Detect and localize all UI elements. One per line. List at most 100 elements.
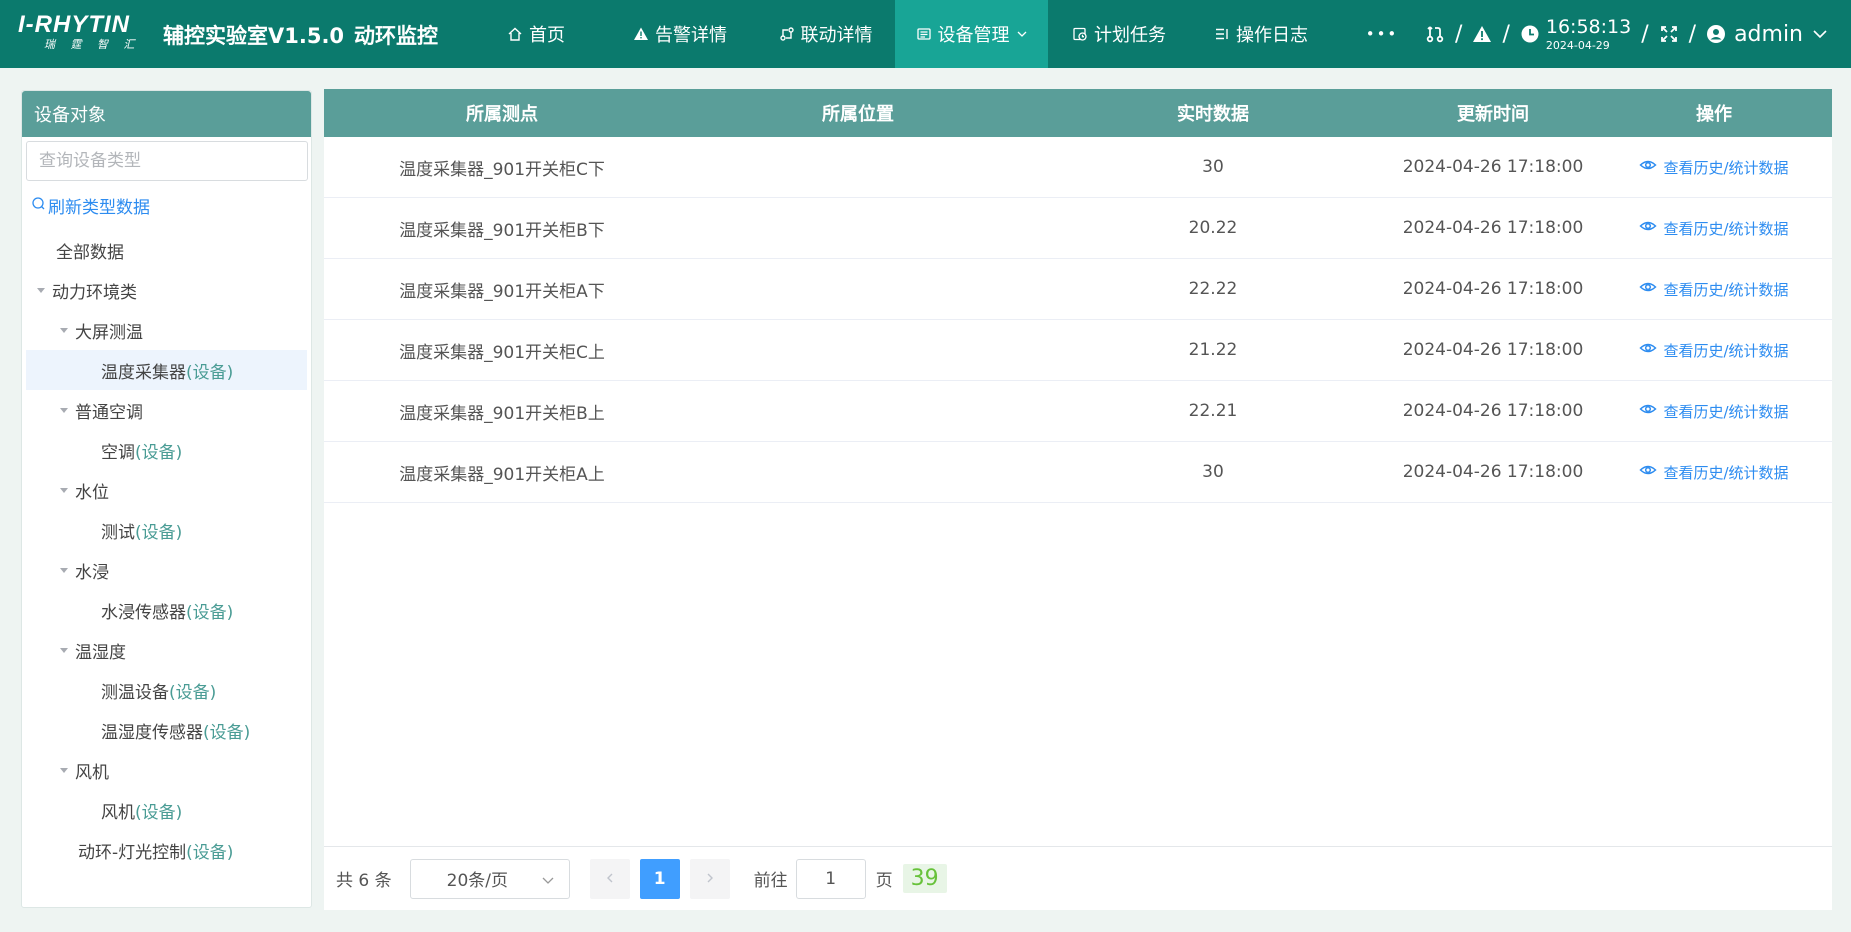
more-icon: ••• <box>1365 25 1399 43</box>
cell-actions: 查看历史/统计数据 <box>1596 137 1832 197</box>
tree-node-label: 测温设备 <box>101 682 169 703</box>
nav-home[interactable]: 首页 <box>468 0 604 68</box>
fullscreen-icon[interactable] <box>1659 24 1679 44</box>
chevron-down-icon <box>1803 25 1829 43</box>
separator: / <box>1641 21 1649 47</box>
table-row: 温度采集器_901开关柜B下 20.22 2024-04-26 17:18:00 查看… <box>324 198 1832 259</box>
cell-update-time: 2024-04-26 17:18:00 <box>1402 462 1584 482</box>
view-history-link[interactable]: 查看历史/统计数据 <box>1639 217 1789 239</box>
pagination: 共 6 条 20条/页 1 前往 页 39 <box>324 846 1832 910</box>
view-history-link[interactable]: 查看历史/统计数据 <box>1639 156 1789 178</box>
cell-point: 温度采集器_901开关柜A下 <box>399 281 605 302</box>
tree-node[interactable]: 水位 <box>26 470 307 510</box>
tree-node[interactable]: 温湿度 <box>26 630 307 670</box>
table-header: 所属测点 所属位置 实时数据 更新时间 操作 <box>324 89 1832 137</box>
home-icon <box>507 25 525 43</box>
chevron-down-icon <box>541 872 555 892</box>
view-history-label: 查看历史/统计数据 <box>1663 280 1789 299</box>
goto-page-input[interactable] <box>795 858 866 899</box>
caret-down-icon[interactable] <box>53 319 75 341</box>
nav-operation-log[interactable]: 操作日志 <box>1190 0 1332 68</box>
view-history-label: 查看历史/统计数据 <box>1663 219 1789 238</box>
cell-update-time: 2024-04-26 17:18:00 <box>1402 279 1584 299</box>
nav-alarm-details[interactable]: 告警详情 <box>604 0 756 68</box>
goto-label: 前往 <box>753 871 788 891</box>
tree-node[interactable]: 动环-灯光控制 (设备) <box>26 830 307 870</box>
tree-node[interactable]: 空调 (设备) <box>26 430 307 470</box>
eye-icon <box>1639 156 1663 178</box>
cell-update-time: 2024-04-26 17:18:00 <box>1402 401 1584 421</box>
cell-actions: 查看历史/统计数据 <box>1596 381 1832 441</box>
view-history-link[interactable]: 查看历史/统计数据 <box>1639 400 1789 422</box>
cell-realtime-value: 20.22 <box>1188 218 1238 238</box>
next-page-button[interactable] <box>689 858 730 899</box>
tree-node[interactable]: 风机 <box>26 750 307 790</box>
column-header-realtime-data[interactable]: 实时数据 <box>1036 89 1390 137</box>
page-size-select[interactable]: 20条/页 <box>409 858 570 899</box>
table-row: 温度采集器_901开关柜C上 21.22 2024-04-26 17:18:00 查看… <box>324 320 1832 381</box>
caret-down-icon[interactable] <box>53 759 75 781</box>
table-body: 温度采集器_901开关柜C下 30 2024-04-26 17:18:00 查看历史/… <box>324 137 1832 503</box>
device-object-sidebar: 设备对象 刷新类型数据 全部数据动力环境类大屏测温温度采集器(设备)普通空调空调… <box>21 90 312 908</box>
eye-icon <box>1639 217 1663 239</box>
linkage-toggle-icon[interactable] <box>1425 24 1445 44</box>
column-header-location[interactable]: 所属位置 <box>680 89 1036 137</box>
tree-node[interactable]: 水浸 <box>26 550 307 590</box>
cell-realtime-value: 30 <box>1202 462 1224 482</box>
refresh-type-data-link[interactable]: 刷新类型数据 <box>31 193 311 218</box>
warning-icon <box>633 25 651 43</box>
cell-actions: 查看历史/统计数据 <box>1596 259 1832 319</box>
cell-update-time: 2024-04-26 17:18:00 <box>1402 157 1584 177</box>
nav-device-management[interactable]: 设备管理 <box>895 0 1048 68</box>
tree-node[interactable]: 普通空调 <box>26 390 307 430</box>
eye-icon <box>1639 400 1663 422</box>
device-type-tree: 全部数据 动力环境类 大屏测温 温度采集器 (设备) 普通空调 空调 (设备) 水位 测试 (设备)… <box>22 230 311 870</box>
eye-icon <box>1639 339 1663 361</box>
cell-realtime-value: 21.22 <box>1188 340 1238 360</box>
view-history-link[interactable]: 查看历史/统计数据 <box>1639 461 1789 483</box>
device-type-search-input[interactable] <box>26 141 308 181</box>
tree-node-label: 测试 <box>101 522 135 543</box>
tree-node[interactable]: 水浸传感器 (设备) <box>26 590 307 630</box>
view-history-link[interactable]: 查看历史/统计数据 <box>1639 339 1789 361</box>
device-icon <box>916 25 934 43</box>
cell-location <box>680 320 1036 380</box>
nav-linkage-details[interactable]: 联动详情 <box>756 0 895 68</box>
column-header-point[interactable]: 所属测点 <box>324 89 680 137</box>
caret-down-icon[interactable] <box>53 399 75 421</box>
tree-node[interactable]: 测试 (设备) <box>26 510 307 550</box>
caret-down-icon[interactable] <box>53 559 75 581</box>
tree-node[interactable]: 温湿度传感器 (设备) <box>26 710 307 750</box>
cell-realtime-value: 30 <box>1202 157 1224 177</box>
tree-node[interactable]: 测温设备 (设备) <box>26 670 307 710</box>
view-history-label: 查看历史/统计数据 <box>1663 158 1789 177</box>
prev-page-button[interactable] <box>589 858 630 899</box>
view-history-link[interactable]: 查看历史/统计数据 <box>1639 278 1789 300</box>
column-header-update-time[interactable]: 更新时间 <box>1390 89 1596 137</box>
tree-node-label: 温度采集器 <box>101 362 186 383</box>
logo: I-RHYTIN 瑞 霆 智 汇 <box>18 12 141 52</box>
tree-node-label: 大屏测温 <box>75 322 143 343</box>
cell-point: 温度采集器_901开关柜A上 <box>399 464 605 485</box>
caret-down-icon[interactable] <box>30 279 52 301</box>
tree-node[interactable]: 温度采集器 (设备) <box>26 350 307 390</box>
alarm-warning-icon[interactable] <box>1472 24 1492 44</box>
tree-node[interactable]: 大屏测温 <box>26 310 307 350</box>
page-number-current[interactable]: 1 <box>639 858 680 899</box>
tree-node[interactable]: 动力环境类 <box>26 270 307 310</box>
device-tag: (设备) <box>135 442 183 463</box>
tree-node[interactable]: 风机 (设备) <box>26 790 307 830</box>
caret-down-icon[interactable] <box>53 479 75 501</box>
top-header: I-RHYTIN 瑞 霆 智 汇 辅控实验室V1.5.0 动环监控 首页 告警详情… <box>0 0 1851 68</box>
tree-node[interactable]: 全部数据 <box>26 230 307 270</box>
nav-more[interactable]: ••• <box>1332 0 1432 68</box>
user-menu[interactable]: admin <box>1706 22 1829 47</box>
cell-actions: 查看历史/统计数据 <box>1596 442 1832 502</box>
nav-scheduled-tasks[interactable]: 计划任务 <box>1048 0 1190 68</box>
cell-location <box>680 381 1036 441</box>
eye-icon <box>1639 278 1663 300</box>
caret-down-icon[interactable] <box>53 639 75 661</box>
separator: / <box>1688 21 1697 47</box>
count-badge: 39 <box>902 864 947 893</box>
nav-linkage-label: 联动详情 <box>800 25 873 46</box>
